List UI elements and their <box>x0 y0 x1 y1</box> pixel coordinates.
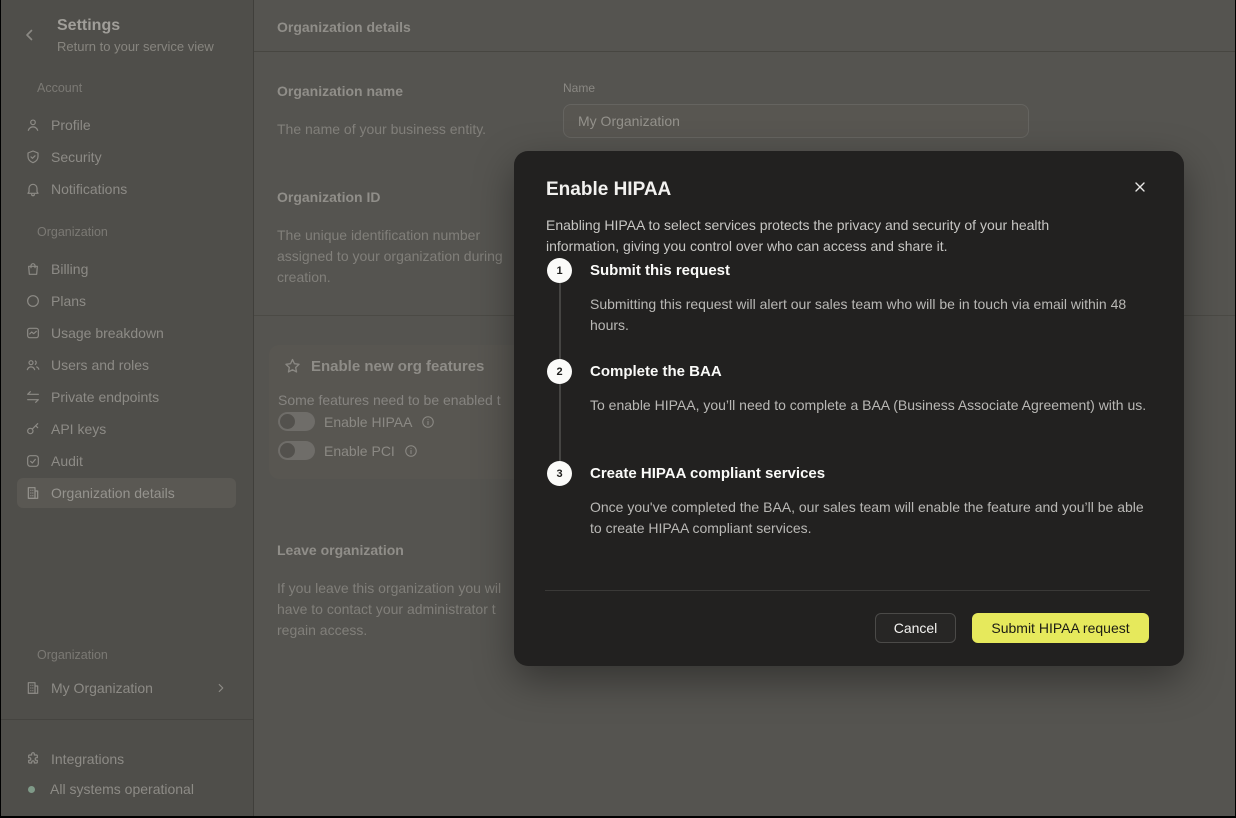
org-id-heading: Organization ID <box>277 189 380 205</box>
enable-pci-label: Enable PCI <box>324 443 395 459</box>
org-id-description: The unique identification number assigne… <box>277 225 525 288</box>
enable-hipaa-modal: Enable HIPAA Enabling HIPAA to select se… <box>514 151 1184 666</box>
section-label-organization: Organization <box>37 225 108 239</box>
page-title: Organization details <box>277 19 411 35</box>
step-1-title: Submit this request <box>590 258 730 283</box>
step-3-number: 3 <box>547 461 572 486</box>
security-shield-icon <box>25 149 41 165</box>
submit-hipaa-request-button[interactable]: Submit HIPAA request <box>972 613 1149 643</box>
sidebar-item-label: Audit <box>51 453 83 469</box>
organization-name-input[interactable] <box>563 104 1029 138</box>
modal-title: Enable HIPAA <box>546 179 671 201</box>
sidebar-item-notifications[interactable]: Notifications <box>17 174 236 204</box>
sidebar-item-integrations[interactable]: Integrations <box>17 744 236 774</box>
leave-org-heading: Leave organization <box>277 542 404 558</box>
organization-building-icon <box>25 485 41 501</box>
users-icon <box>25 357 41 373</box>
sidebar-item-profile[interactable]: Profile <box>17 110 236 140</box>
step-3-title: Create HIPAA compliant services <box>590 461 825 486</box>
sidebar-item-organization-details[interactable]: Organization details <box>17 478 236 508</box>
leave-org-description: If you leave this organization you wil h… <box>277 578 501 641</box>
sidebar-item-users-and-roles[interactable]: Users and roles <box>17 350 236 380</box>
step-2-number: 2 <box>547 359 572 384</box>
step-1-number: 1 <box>547 258 572 283</box>
page-header: Organization details <box>254 0 1235 52</box>
notifications-bell-icon <box>25 181 41 197</box>
sidebar-item-label: API keys <box>51 421 106 437</box>
chevron-right-icon <box>214 681 228 695</box>
integrations-puzzle-icon <box>25 751 41 767</box>
status-dot-icon <box>28 786 35 793</box>
sidebar-item-label: Private endpoints <box>51 389 159 405</box>
step-1-description: Submitting this request will alert our s… <box>590 294 1152 336</box>
status-label: All systems operational <box>50 781 194 797</box>
sidebar-subtitle: Return to your service view <box>57 39 214 54</box>
sidebar-item-label: Notifications <box>51 181 127 197</box>
features-card-description: Some features need to be enabled t <box>278 392 501 408</box>
sidebar-divider <box>1 719 253 720</box>
billing-bag-icon <box>25 261 41 277</box>
modal-description: Enabling HIPAA to select services protec… <box>546 215 1114 257</box>
enable-hipaa-row: Enable HIPAA <box>278 412 435 431</box>
enable-hipaa-label: Enable HIPAA <box>324 414 412 430</box>
sidebar-title: Settings <box>57 17 120 35</box>
leave-org-line: If you leave this organization you wil <box>277 578 501 599</box>
system-status[interactable]: All systems operational <box>17 774 236 804</box>
star-icon <box>283 357 302 381</box>
info-icon[interactable] <box>421 415 435 429</box>
plans-circle-icon <box>25 293 41 309</box>
audit-icon <box>25 453 41 469</box>
name-field-label: Name <box>563 81 595 95</box>
features-card-title: Enable new org features <box>311 358 484 375</box>
sidebar-item-api-keys[interactable]: API keys <box>17 414 236 444</box>
profile-icon <box>25 117 41 133</box>
sidebar-item-audit[interactable]: Audit <box>17 446 236 476</box>
sidebar-item-private-endpoints[interactable]: Private endpoints <box>17 382 236 412</box>
sidebar-item-label: Billing <box>51 261 88 277</box>
sidebar-item-billing[interactable]: Billing <box>17 254 236 284</box>
modal-footer-divider <box>545 590 1150 591</box>
chevron-left-icon <box>21 26 39 44</box>
sidebar-item-label: Profile <box>51 117 91 133</box>
info-icon[interactable] <box>404 444 418 458</box>
enable-hipaa-toggle[interactable] <box>278 412 315 431</box>
step-2-title: Complete the BAA <box>590 359 722 384</box>
section-label-account: Account <box>37 81 82 95</box>
sidebar-item-label: Users and roles <box>51 357 149 373</box>
sidebar-item-usage-breakdown[interactable]: Usage breakdown <box>17 318 236 348</box>
api-keys-key-icon <box>25 421 41 437</box>
toggle-knob <box>280 414 295 429</box>
sidebar-item-plans[interactable]: Plans <box>17 286 236 316</box>
leave-org-line: regain access. <box>277 620 501 641</box>
enable-pci-toggle[interactable] <box>278 441 315 460</box>
toggle-knob <box>280 443 295 458</box>
sidebar-item-label: Usage breakdown <box>51 325 164 341</box>
sidebar-item-security[interactable]: Security <box>17 142 236 172</box>
step-3-description: Once you've completed the BAA, our sales… <box>590 497 1152 539</box>
organization-building-icon <box>25 680 41 696</box>
enable-pci-row: Enable PCI <box>278 441 418 460</box>
private-endpoints-arrows-icon <box>25 389 41 405</box>
sidebar-item-label: Security <box>51 149 102 165</box>
section-label-org-switcher: Organization <box>37 648 108 662</box>
close-icon[interactable] <box>1132 179 1150 197</box>
org-name-description: The name of your business entity. <box>277 119 527 140</box>
sidebar-item-label: Organization details <box>51 485 175 501</box>
step-2-description: To enable HIPAA, you’ll need to complete… <box>590 395 1152 416</box>
sidebar-item-label: Integrations <box>51 751 124 767</box>
org-name-heading: Organization name <box>277 83 403 99</box>
leave-org-line: have to contact your administrator t <box>277 599 501 620</box>
usage-chart-icon <box>25 325 41 341</box>
org-switcher-label: My Organization <box>51 680 153 696</box>
settings-sidebar: Settings Return to your service view Acc… <box>1 0 254 816</box>
cancel-button[interactable]: Cancel <box>875 613 956 643</box>
back-button[interactable] <box>21 26 39 44</box>
org-switcher-my-organization[interactable]: My Organization <box>17 673 236 703</box>
sidebar-item-label: Plans <box>51 293 86 309</box>
